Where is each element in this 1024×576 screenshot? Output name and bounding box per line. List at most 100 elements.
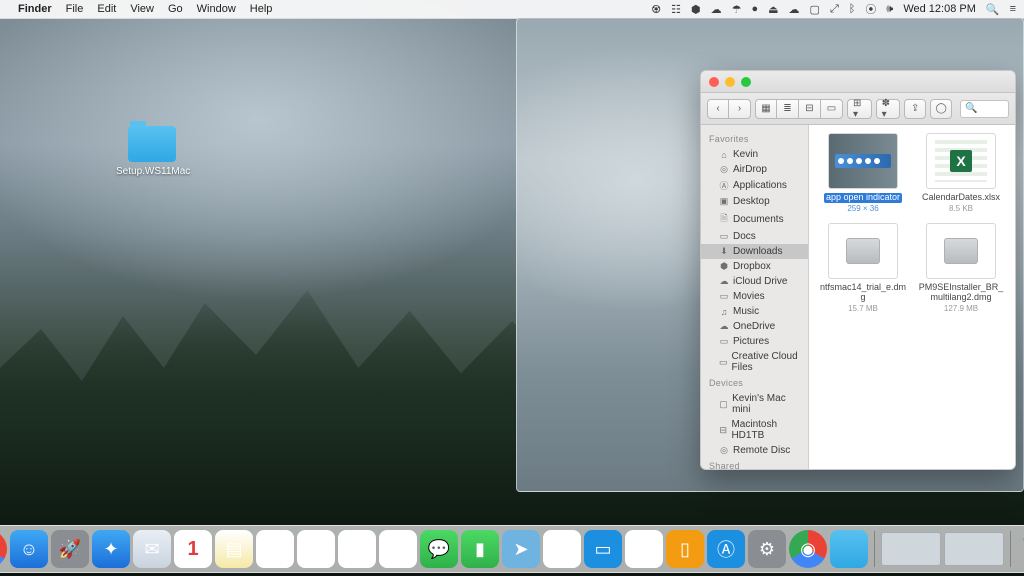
sidebar-item-applications[interactable]: ⒶApplications (701, 177, 808, 194)
dock-app-notes[interactable]: ▤ (215, 530, 253, 568)
tv-icon[interactable]: ▢ (810, 3, 820, 16)
sidebar-item-icloud-drive[interactable]: ☁iCloud Drive (701, 274, 808, 289)
coverflow-view-button[interactable]: ▭ (821, 99, 843, 119)
back-button[interactable]: ‹ (707, 99, 729, 119)
dock-app-reminders[interactable]: ☑ (256, 530, 294, 568)
dock-app-chrome2[interactable]: ◉ (789, 530, 827, 568)
dock-app-folder[interactable] (830, 530, 868, 568)
tags-button[interactable]: ◯ (930, 99, 952, 119)
sync-icon[interactable]: ♼ (651, 3, 661, 16)
menu-go[interactable]: Go (168, 3, 183, 15)
sidebar-item-desktop[interactable]: ▣Desktop (701, 194, 808, 209)
finder-content[interactable]: app open indicator259 × 36XCalendarDates… (809, 125, 1015, 469)
finder-window[interactable]: ‹ › ▦ ≣ ⊟ ▭ ⊞ ▾ ✽ ▾ ⇪ ◯ 🔍 Favorites ⌂Kev… (700, 70, 1016, 470)
sidebar-item-label: Music (733, 306, 759, 317)
sidebar-item-dropbox[interactable]: ⬢Dropbox (701, 259, 808, 274)
dock-app-maps[interactable]: ➤ (502, 530, 540, 568)
dock-minimized-preview-window[interactable] (881, 532, 941, 566)
menu-view[interactable]: View (130, 3, 154, 15)
file-name: ntfsmac14_trial_e.dmg (819, 283, 907, 303)
dock-app-messages[interactable]: 💬 (420, 530, 458, 568)
dock-app-appstore[interactable]: Ⓐ (707, 530, 745, 568)
menu-file[interactable]: File (66, 3, 84, 15)
menu-help[interactable]: Help (250, 3, 273, 15)
sidebar-item-onedrive[interactable]: ☁OneDrive (701, 319, 808, 334)
sidebar-item-label: Desktop (733, 196, 770, 207)
dock-trash[interactable]: 🗑 (1017, 530, 1024, 568)
notification-center-icon[interactable]: ≡ (1010, 3, 1016, 15)
finder-titlebar[interactable] (701, 71, 1015, 93)
bluetooth-icon[interactable]: ᛒ (849, 3, 856, 15)
sidebar-item-label: Macintosh HD1TB (731, 419, 800, 441)
close-button[interactable] (709, 77, 719, 87)
spotlight-icon[interactable]: 🔍 (986, 3, 1000, 16)
dock-app-facetime[interactable]: ▮ (461, 530, 499, 568)
file-item[interactable]: ntfsmac14_trial_e.dmg15.7 MB (817, 223, 909, 313)
dock-app-calendar[interactable]: 1 (174, 530, 212, 568)
volume-icon[interactable]: 🕪 (886, 3, 893, 16)
dropbox-icon[interactable]: ⬢ (691, 3, 701, 16)
sidebar-item-label: Docs (733, 231, 756, 242)
dock-app-keynote[interactable]: ▭ (584, 530, 622, 568)
file-thumbnail (926, 223, 996, 279)
icon-view-button[interactable]: ▦ (755, 99, 777, 119)
expand-icon[interactable]: ⤢ (830, 3, 839, 16)
column-view-button[interactable]: ⊟ (799, 99, 821, 119)
dock-app-finder[interactable]: ☺ (10, 530, 48, 568)
list-view-button[interactable]: ≣ (777, 99, 799, 119)
sidebar-item-downloads[interactable]: ⬇Downloads (701, 244, 808, 259)
sidebar-item-label: Movies (733, 291, 765, 302)
sidebar-heading-favorites: Favorites (701, 131, 808, 147)
menu-edit[interactable]: Edit (97, 3, 116, 15)
minimize-button[interactable] (725, 77, 735, 87)
dock-app-mail[interactable]: ✉ (133, 530, 171, 568)
dock-app-numbers[interactable]: ▮ (543, 530, 581, 568)
action-button[interactable]: ✽ ▾ (876, 99, 901, 119)
dock-app-chrome[interactable]: ◉ (0, 530, 7, 568)
sidebar-item-docs[interactable]: ▭Docs (701, 229, 808, 244)
dock-app-preview[interactable]: 🖼 (338, 530, 376, 568)
dock-app-sysprefs[interactable]: ⚙ (748, 530, 786, 568)
arrange-button[interactable]: ⊞ ▾ (847, 99, 872, 119)
sidebar-item-label: Applications (733, 180, 787, 191)
calendar-menu-icon[interactable]: ☷ (671, 3, 681, 16)
sidebar-item-macintosh-hd1tb[interactable]: ⊟Macintosh HD1TB (701, 417, 808, 443)
desktop-folder-setup[interactable]: Setup.WS11Mac (116, 126, 188, 177)
dock-separator (1010, 531, 1011, 567)
sidebar-item-remote-disc[interactable]: ◎Remote Disc (701, 443, 808, 458)
sidebar-item-label: Creative Cloud Files (732, 351, 800, 373)
dock-app-photos[interactable]: ✿ (379, 530, 417, 568)
eject-icon[interactable]: ⏏ (768, 3, 778, 16)
creative-cloud-icon[interactable]: ☁ (789, 3, 800, 16)
menu-clock[interactable]: Wed 12:08 PM (903, 3, 976, 15)
dock-app-itunes[interactable]: ♪ (625, 530, 663, 568)
sidebar-item-music[interactable]: ♫Music (701, 304, 808, 319)
dock-app-launchpad[interactable]: 🚀 (51, 530, 89, 568)
cloud-icon[interactable]: ☁ (711, 3, 722, 16)
sidebar-item-pictures[interactable]: ▭Pictures (701, 334, 808, 349)
zoom-button[interactable] (741, 77, 751, 87)
sidebar-item-documents[interactable]: 🗎Documents (701, 209, 808, 229)
umbrella-icon[interactable]: ☂ (732, 3, 742, 16)
finder-search-input[interactable]: 🔍 (960, 100, 1009, 118)
sidebar-item-kevin[interactable]: ⌂Kevin (701, 147, 808, 162)
sidebar-item-creative-cloud-files[interactable]: ▭Creative Cloud Files (701, 349, 808, 375)
app-menu[interactable]: Finder (18, 3, 52, 15)
dock-minimized-finder-window[interactable] (944, 532, 1004, 566)
menu-window[interactable]: Window (197, 3, 236, 15)
file-item[interactable]: PM9SEInstaller_BR_multilang2.dmg127.9 MB (915, 223, 1007, 313)
sidebar-item-movies[interactable]: ▭Movies (701, 289, 808, 304)
file-item[interactable]: app open indicator259 × 36 (817, 133, 909, 213)
forward-button[interactable]: › (729, 99, 751, 119)
sidebar-item-kevin-s-mac-mini[interactable]: ▢Kevin's Mac mini (701, 391, 808, 417)
wifi-icon[interactable]: ⦿ (865, 1, 876, 17)
sidebar-item-airdrop[interactable]: ◎AirDrop (701, 162, 808, 177)
dock-app-safari[interactable]: ✦ (92, 530, 130, 568)
dock-app-ibooks[interactable]: ▯ (666, 530, 704, 568)
sidebar-heading-devices: Devices (701, 375, 808, 391)
nav-buttons: ‹ › (707, 99, 751, 119)
file-item[interactable]: XCalendarDates.xlsx8.5 KB (915, 133, 1007, 213)
dock-app-textedit[interactable]: ✎ (297, 530, 335, 568)
share-button[interactable]: ⇪ (904, 99, 926, 119)
dot-icon[interactable]: ● (751, 3, 758, 15)
